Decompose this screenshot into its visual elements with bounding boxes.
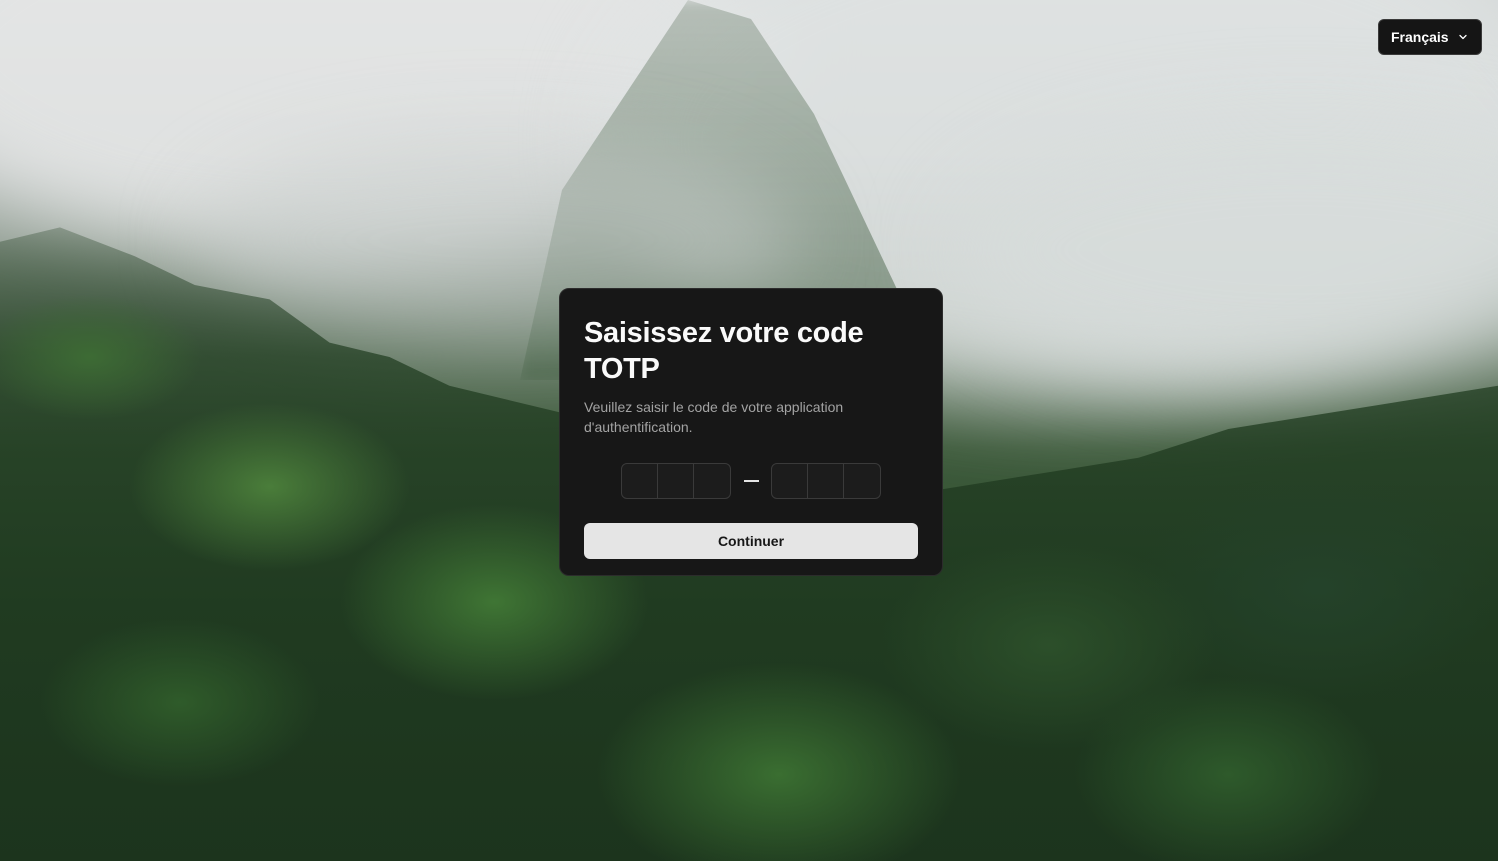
otp-slot-5[interactable]: [808, 464, 844, 498]
continue-button[interactable]: Continuer: [584, 523, 918, 559]
otp-slot-1[interactable]: [622, 464, 658, 498]
otp-input: [584, 463, 918, 499]
page-title: Saisissez votre code TOTP: [584, 317, 864, 385]
otp-separator: [731, 480, 771, 482]
otp-slot-3[interactable]: [694, 464, 730, 498]
otp-slot-2[interactable]: [658, 464, 694, 498]
totp-card: Saisissez votre code TOTP Veuillez saisi…: [559, 288, 943, 576]
otp-group-1: [621, 463, 731, 499]
otp-group-2: [771, 463, 881, 499]
chevron-down-icon: [1459, 34, 1467, 40]
otp-slot-6[interactable]: [844, 464, 880, 498]
language-selector[interactable]: Français: [1378, 19, 1482, 55]
dash-icon: [743, 480, 759, 482]
language-selector-label: Français: [1391, 29, 1449, 45]
page-subtitle: Veuillez saisir le code de votre applica…: [584, 399, 844, 435]
otp-slot-4[interactable]: [772, 464, 808, 498]
